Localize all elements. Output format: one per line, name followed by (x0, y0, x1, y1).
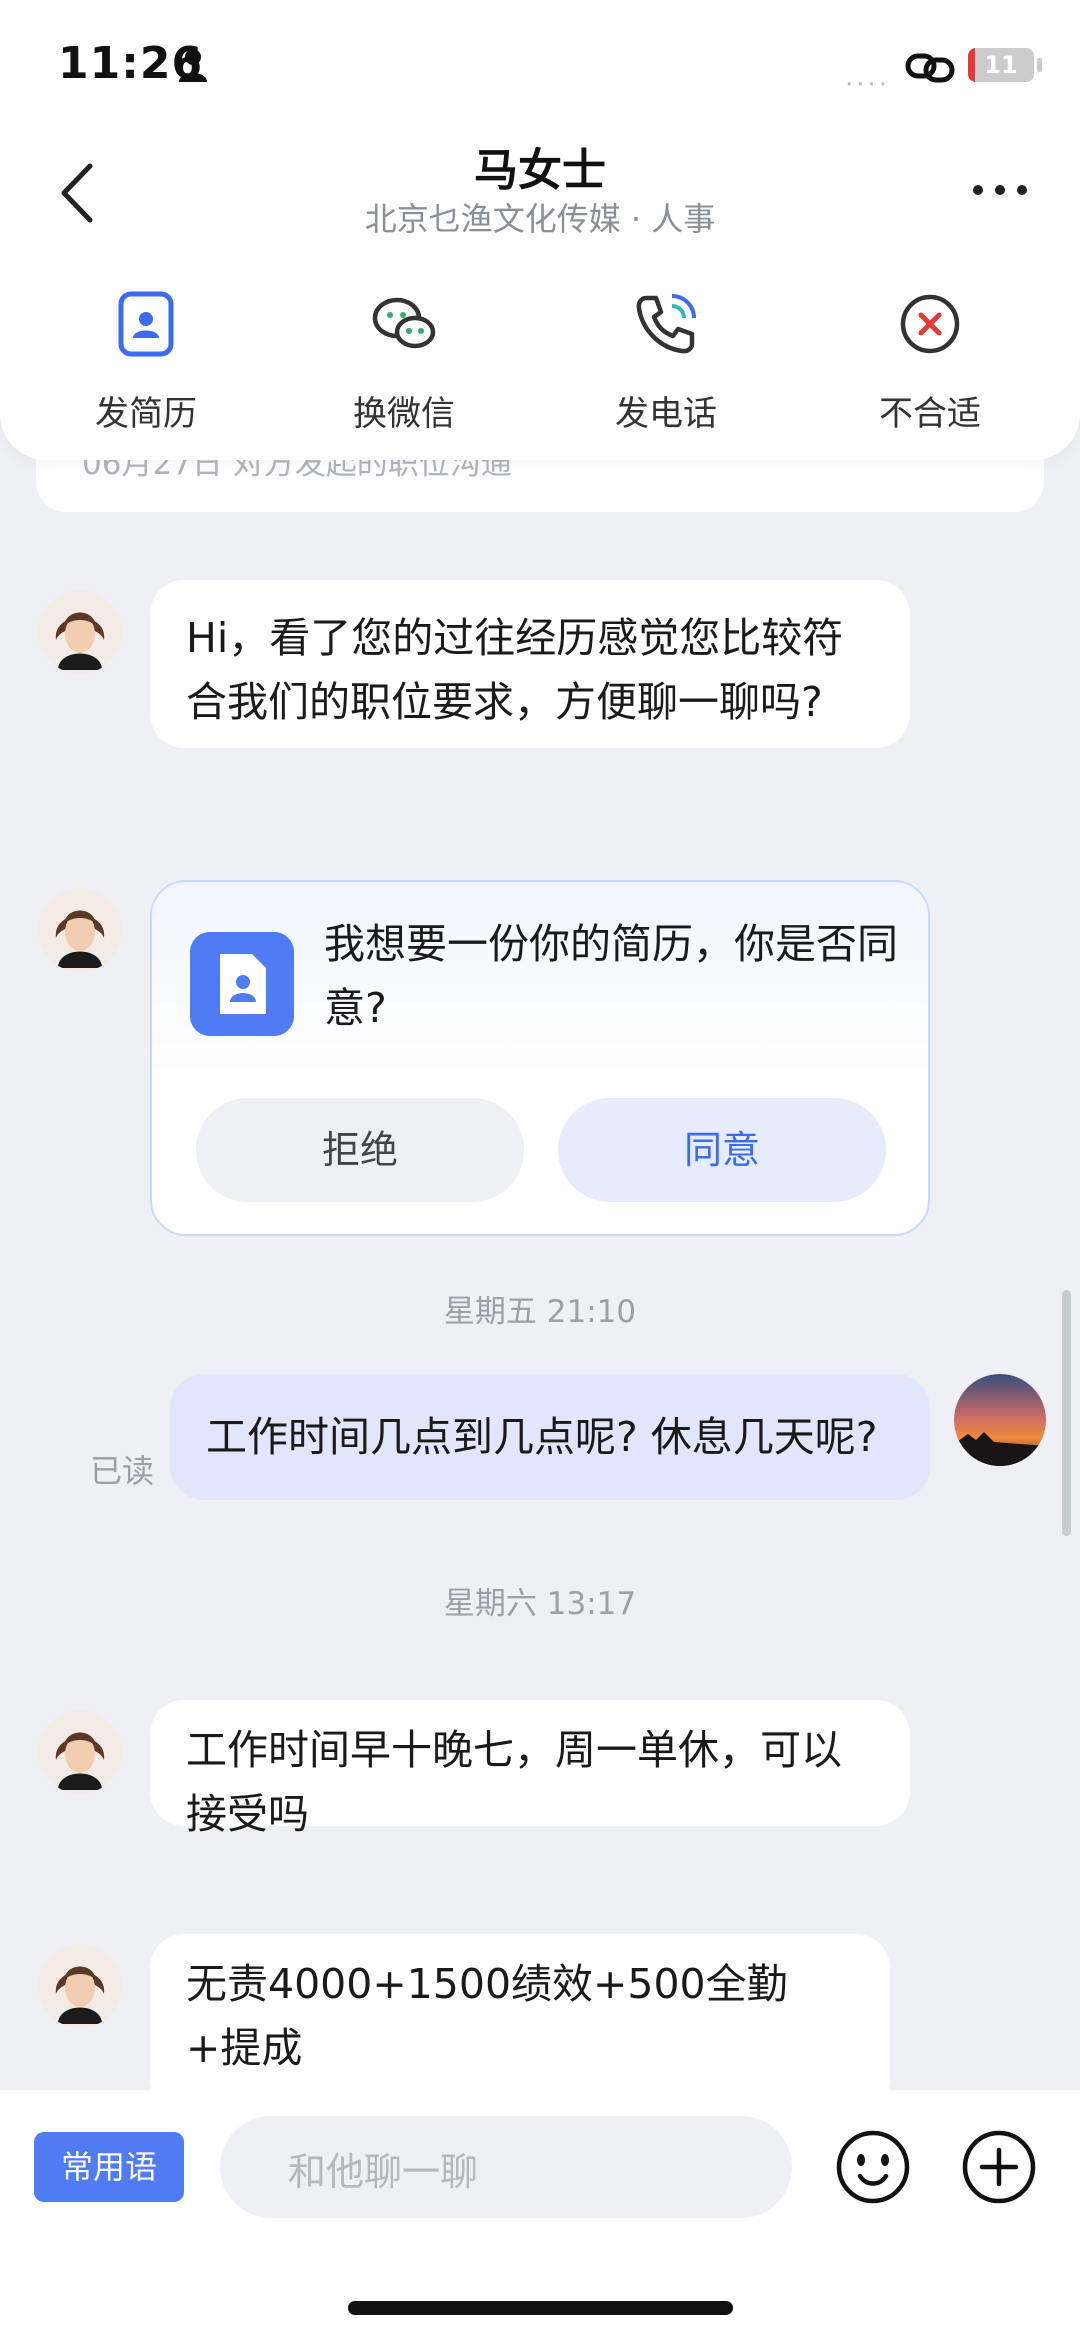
resume-request-card: 我想要一份你的简历，你是否同意? 拒绝 同意 (150, 880, 930, 1236)
send-resume-label: 发简历 (95, 394, 197, 434)
accept-button[interactable]: 同意 (558, 1098, 886, 1202)
link-icon (905, 53, 955, 83)
contact-company: 北京乜渔文化传媒 · 人事 (364, 200, 716, 238)
resume-icon (118, 291, 174, 357)
resume-request-icon (190, 932, 294, 1036)
exchange-wechat-label: 换微信 (353, 394, 455, 434)
message-timestamp: 星期五 21:10 (443, 1294, 637, 1330)
resume-request-text: 我想要一份你的简历，你是否同意? (324, 920, 898, 1032)
message-input-placeholder: 和他聊一聊 (288, 2150, 479, 2194)
not-suitable-label: 不合适 (879, 394, 981, 434)
reject-button[interactable]: 拒绝 (196, 1098, 524, 1202)
action-row: 发简历 换微信 发电话 不合适 (0, 290, 1080, 450)
my-message-bubble[interactable]: 工作时间几点到几点呢? 休息几天呢? (170, 1374, 930, 1500)
avatar[interactable] (38, 1710, 122, 1794)
chat-area[interactable]: 06月27日 对方发起的职位沟通 Hi，看了您的过往经历感觉您比较符合我们的职位… (0, 440, 1080, 2090)
status-bar: 11:26 ···· 11 (0, 0, 1080, 130)
message-text: Hi，看了您的过往经历感觉您比较符合我们的职位要求，方便聊一聊吗? (186, 614, 844, 726)
chat-header: 马女士 北京乜渔文化传媒 · 人事 发简历 换微信 发电话 不合适 (0, 130, 1080, 460)
message-input[interactable]: 和他聊一聊 (220, 2116, 792, 2218)
message-timestamp: 星期六 13:17 (443, 1586, 637, 1622)
emoji-icon[interactable] (834, 2128, 912, 2206)
home-indicator (348, 2301, 733, 2315)
message-bubble[interactable]: Hi，看了您的过往经历感觉您比较符合我们的职位要求，方便聊一聊吗? (150, 580, 910, 748)
scrollbar[interactable] (1062, 1290, 1071, 1536)
message-text: 无责4000+1500绩效+500全勤 +提成 (186, 1960, 788, 2072)
exchange-wechat-button[interactable]: 换微信 (304, 290, 504, 450)
person-icon (179, 49, 207, 82)
avatar[interactable] (38, 1944, 122, 2028)
read-status: 已读 (90, 1452, 155, 1490)
message-text: 工作时间几点到几点呢? 休息几天呢? (206, 1413, 878, 1461)
avatar[interactable] (38, 590, 122, 674)
send-phone-label: 发电话 (615, 394, 717, 434)
plus-icon[interactable] (960, 2128, 1038, 2206)
message-text: 工作时间早十晚七，周一单休，可以接受吗 (186, 1726, 842, 1838)
more-icon[interactable] (970, 180, 1030, 200)
message-bubble[interactable]: 工作时间早十晚七，周一单休，可以接受吗 (150, 1700, 910, 1838)
phone-icon (636, 294, 696, 354)
battery-level: 11 (984, 51, 1018, 79)
send-resume-button[interactable]: 发简历 (46, 290, 246, 450)
not-suitable-button[interactable]: 不合适 (830, 290, 1030, 450)
send-phone-button[interactable]: 发电话 (566, 290, 766, 450)
avatar[interactable] (38, 888, 122, 972)
common-phrases-button[interactable]: 常用语 (34, 2132, 184, 2202)
contact-name: 马女士 (474, 145, 606, 196)
my-avatar[interactable] (954, 1374, 1046, 1466)
battery-tip (1037, 58, 1042, 72)
not-suitable-icon (900, 294, 960, 354)
wechat-icon (372, 297, 436, 349)
message-bubble[interactable]: 无责4000+1500绩效+500全勤 +提成 (150, 1934, 890, 2090)
battery-icon: 11 (968, 48, 1034, 82)
signal-icon: ···· (845, 70, 891, 100)
